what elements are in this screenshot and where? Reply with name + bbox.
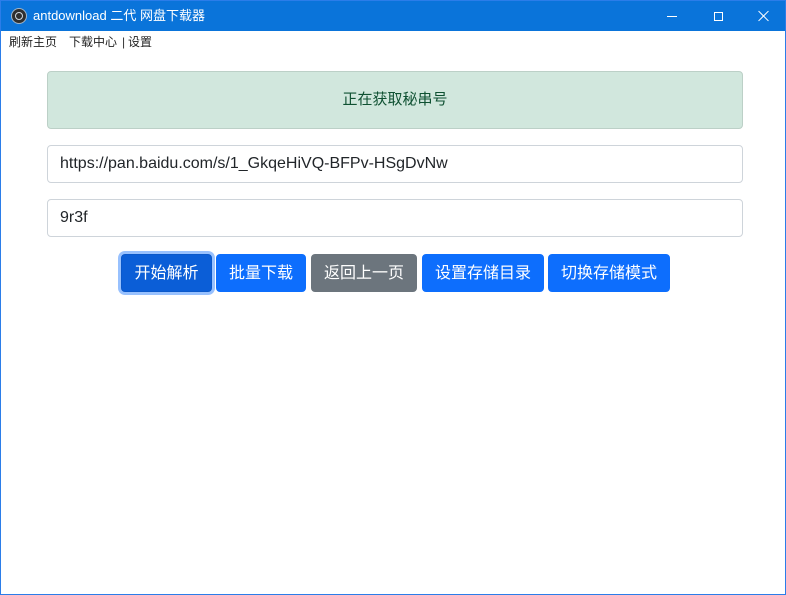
start-parse-button[interactable]: 开始解析 (121, 254, 212, 292)
set-storage-dir-button[interactable]: 设置存储目录 (422, 254, 544, 292)
title-bar[interactable]: antdownload 二代 网盘下载器 (1, 1, 785, 31)
switch-storage-mode-button[interactable]: 切换存储模式 (548, 254, 670, 292)
extract-code-input[interactable] (47, 199, 743, 237)
menu-bar: 刷新主页 下载中心 | 设置 (1, 31, 785, 53)
app-window: antdownload 二代 网盘下载器 刷新主页 下载中心 | 设置 正在获取… (0, 0, 786, 595)
minimize-button[interactable] (649, 1, 695, 31)
electron-icon (11, 8, 27, 24)
menu-item-settings[interactable]: 设置 (128, 31, 152, 53)
menu-item-refresh-home[interactable]: 刷新主页 (9, 31, 57, 53)
status-alert: 正在获取秘串号 (47, 71, 743, 129)
menu-item-download-center[interactable]: 下载中心 (69, 31, 117, 53)
menu-separator: | (122, 35, 126, 49)
minimize-icon (667, 15, 677, 17)
batch-download-button[interactable]: 批量下载 (216, 254, 306, 292)
window-title: antdownload 二代 网盘下载器 (33, 8, 205, 23)
maximize-icon (713, 11, 723, 21)
share-url-input[interactable] (47, 145, 743, 183)
back-button[interactable]: 返回上一页 (311, 254, 417, 292)
maximize-button[interactable] (695, 1, 741, 31)
close-button[interactable] (741, 1, 785, 31)
close-icon (758, 10, 770, 22)
